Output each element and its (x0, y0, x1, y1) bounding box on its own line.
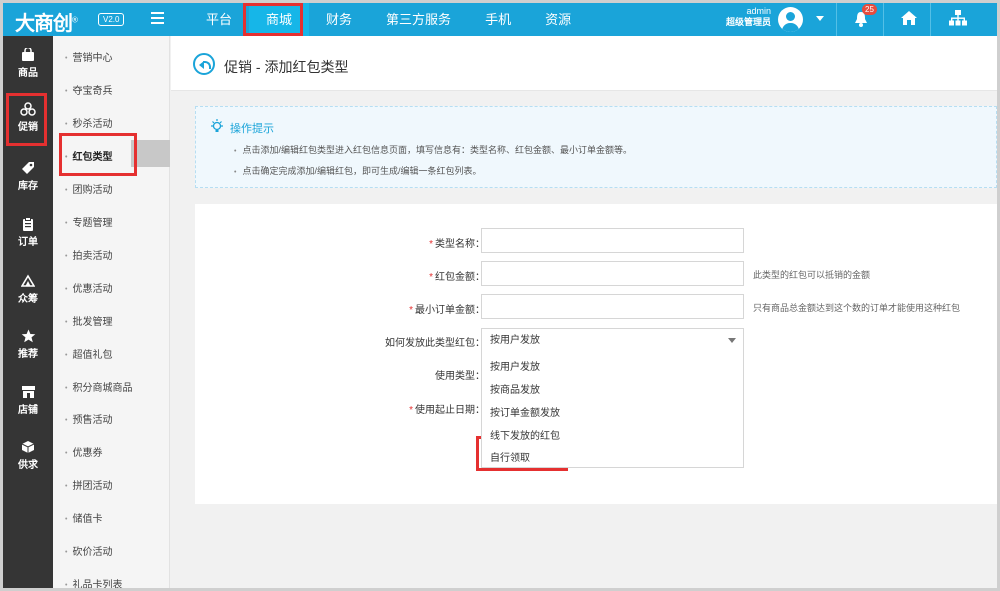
subnav-item[interactable]: 储值卡 (65, 510, 102, 525)
dropdown-option[interactable]: 线下发放的红包 (490, 427, 560, 442)
usage-type-label: 使用类型： (435, 371, 485, 382)
min-order-input[interactable] (481, 294, 744, 319)
subnav-active-indicator (131, 140, 170, 167)
dropdown-option[interactable]: 按商品发放 (490, 381, 540, 396)
tips-title: 操作提示 (230, 123, 274, 135)
sidebar-item-stock[interactable]: 库存 (3, 161, 53, 192)
logo[interactable]: 大商创® (15, 7, 78, 36)
page-header: 促销 - 添加红包类型 (171, 36, 997, 91)
sidebar-item-supply[interactable]: 供求 (3, 440, 53, 471)
clipboard-icon (23, 217, 33, 231)
divider (883, 3, 884, 36)
notification-badge: 25 (862, 4, 877, 15)
nav-platform[interactable]: 平台 (189, 3, 249, 36)
subnav-item[interactable]: 秒杀活动 (65, 115, 112, 130)
subnav-item-active[interactable]: 红包类型 (65, 148, 112, 163)
min-order-hint: 只有商品总金额达到这个数的订单才能使用这种红包 (753, 303, 961, 313)
type-name-label: * 类型名称： (429, 239, 485, 250)
subnav-item[interactable]: 积分商城商品 (65, 379, 132, 394)
version-badge: V2.0 (98, 13, 125, 26)
nav-mobile[interactable]: 手机 (468, 3, 528, 36)
nav-resources[interactable]: 资源 (528, 3, 588, 36)
menu-icon[interactable] (151, 12, 164, 24)
sitemap-icon[interactable] (949, 10, 967, 29)
home-icon[interactable] (900, 10, 918, 29)
subnav-item[interactable]: 批发管理 (65, 313, 112, 328)
page-title: 促销 - 添加红包类型 (224, 59, 349, 75)
amount-label: * 红包金额： (429, 272, 485, 283)
sidebar-item-promotion[interactable]: 促销 (3, 102, 53, 133)
dropdown-option[interactable]: 按用户发放 (490, 358, 540, 373)
nav-mall[interactable]: 商城 (249, 3, 310, 36)
promotion-icon (20, 102, 36, 116)
bag-icon (22, 48, 34, 61)
star-icon (21, 329, 35, 343)
date-range-label: * 使用起止日期： (409, 405, 485, 416)
subnav-item[interactable]: 拼团活动 (65, 477, 112, 492)
sidebar-item-orders[interactable]: 订单 (3, 217, 53, 248)
divider (836, 3, 837, 36)
user-name: admin (746, 6, 771, 16)
chevron-down-icon (728, 338, 736, 343)
subnav-item[interactable]: 优惠活动 (65, 280, 112, 295)
send-method-select[interactable]: 按用户发放 (481, 328, 744, 353)
subnav-item[interactable]: 营销中心 (65, 49, 112, 64)
tips-panel: 操作提示 点击添加/编辑红包类型进入红包信息页面，填写信息有：类型名称、红包金额… (195, 106, 997, 188)
subnav-item[interactable]: 砍价活动 (65, 543, 112, 558)
chevron-down-icon[interactable] (816, 16, 824, 21)
subnav-item[interactable]: 优惠券 (65, 444, 102, 459)
send-method-value: 按用户发放 (490, 335, 540, 346)
tag-icon (22, 162, 34, 174)
app-window: 大商创® V2.0 平台 商城 财务 第三方服务 手机 资源 admin 超级管… (0, 0, 1000, 591)
cube-icon (21, 441, 35, 453)
avatar[interactable] (778, 7, 803, 32)
type-name-input[interactable] (481, 228, 744, 253)
lightbulb-icon (211, 119, 223, 132)
amount-hint: 此类型的红包可以抵销的金额 (753, 270, 871, 280)
sub-nav: 营销中心 夺宝奇兵 秒杀活动 红包类型 团购活动 专题管理 拍卖活动 优惠活动 … (53, 36, 170, 588)
sidebar-item-crowdfunding[interactable]: 众筹 (3, 274, 53, 305)
top-bar: 大商创® V2.0 平台 商城 财务 第三方服务 手机 资源 admin 超级管… (3, 3, 997, 36)
send-method-dropdown: 按用户发放 按商品发放 按订单金额发放 线下发放的红包 自行领取 (481, 352, 744, 468)
tip-line: 点击确定完成添加/编辑红包，即可生成/编辑一条红包列表。 (234, 164, 481, 177)
dropdown-option[interactable]: 按订单金额发放 (490, 404, 560, 419)
shop-icon (21, 386, 35, 398)
send-method-label: 如何发放此类型红包： (385, 338, 485, 349)
back-button[interactable] (193, 53, 215, 75)
nav-finance[interactable]: 财务 (309, 3, 369, 36)
bonus-type-form: * 类型名称： * 红包金额： 此类型的红包可以抵销的金额 * 最小订单金额： 只有商… (195, 204, 997, 504)
crowdfund-icon (21, 274, 35, 287)
subnav-item[interactable]: 拍卖活动 (65, 247, 112, 262)
sidebar-item-shop[interactable]: 店铺 (3, 385, 53, 416)
main-content: 促销 - 添加红包类型 操作提示 点击添加/编辑红包类型进入红包信息页面，填写信… (171, 36, 997, 588)
subnav-item[interactable]: 团购活动 (65, 181, 112, 196)
tip-line: 点击添加/编辑红包类型进入红包信息页面，填写信息有：类型名称、红包金额、最小订单… (234, 143, 632, 156)
subnav-item[interactable]: 礼品卡列表 (65, 576, 122, 588)
user-role: 超级管理员 (725, 17, 771, 27)
subnav-item[interactable]: 超值礼包 (65, 346, 112, 361)
user-info[interactable]: admin 超级管理员 (719, 6, 771, 28)
min-order-label: * 最小订单金额： (409, 305, 485, 316)
nav-third-party[interactable]: 第三方服务 (369, 3, 468, 36)
sidebar-item-goods[interactable]: 商品 (3, 48, 53, 79)
top-nav: 平台 商城 财务 第三方服务 手机 资源 (189, 3, 588, 36)
sidebar-item-recommend[interactable]: 推荐 (3, 329, 53, 360)
dropdown-option-self-claim[interactable]: 自行领取 (490, 449, 530, 464)
subnav-item[interactable]: 专题管理 (65, 214, 112, 229)
divider (930, 3, 931, 36)
subnav-item[interactable]: 预售活动 (65, 411, 112, 426)
amount-input[interactable] (481, 261, 744, 286)
subnav-item[interactable]: 夺宝奇兵 (65, 82, 112, 97)
sidebar: 商品 促销 库存 订单 众筹 推荐 店铺 供求 (3, 36, 53, 588)
